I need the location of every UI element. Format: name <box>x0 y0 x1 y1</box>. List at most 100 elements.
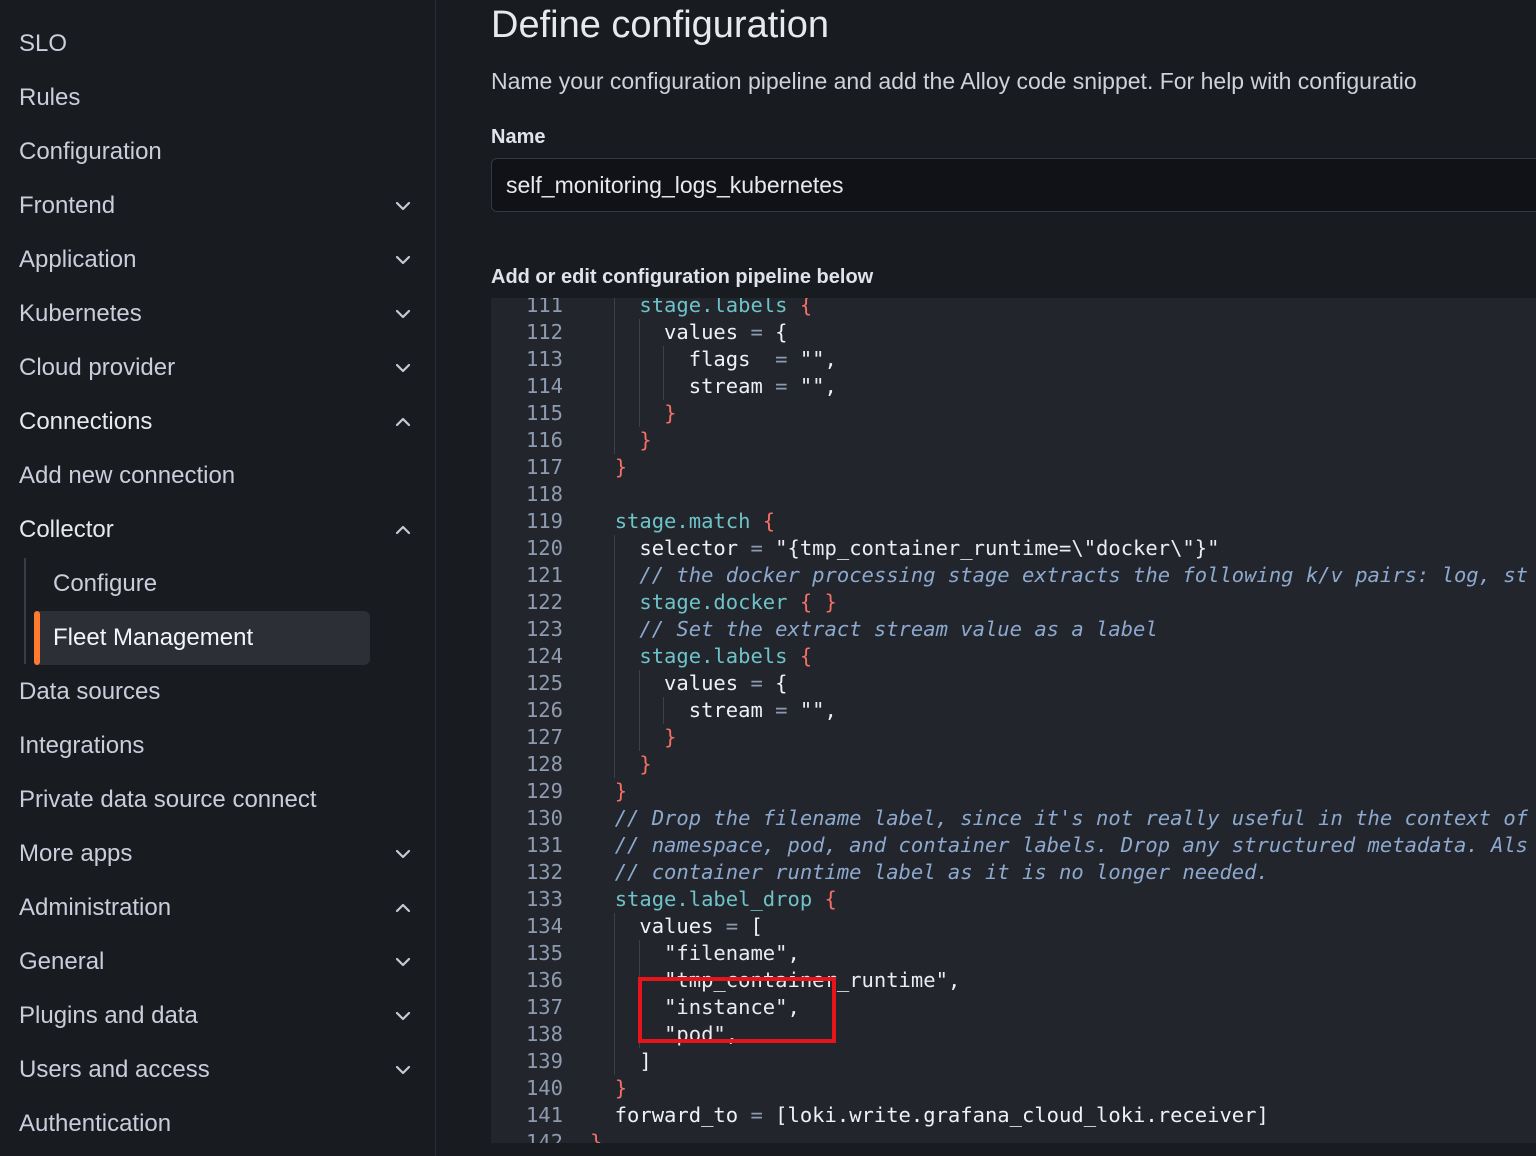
code-line: 132 // container runtime label as it is … <box>491 859 1536 886</box>
code-text: forward_to = [loki.write.grafana_cloud_l… <box>590 1103 1269 1127</box>
code-text: // the docker processing stage extracts … <box>639 563 1529 587</box>
chevron-down-icon[interactable] <box>394 1062 412 1078</box>
sidebar-item-label: Integrations <box>19 732 145 759</box>
sidebar-item-rules[interactable]: Rules <box>0 78 436 118</box>
code-text: // Drop the filename label, since it's n… <box>614 806 1528 830</box>
code-text: values = { <box>590 671 788 695</box>
sidebar-item-fleet-management[interactable]: Fleet Management <box>0 618 436 658</box>
name-input[interactable] <box>491 158 1536 212</box>
line-number: 117 <box>525 455 563 479</box>
line-number: 132 <box>525 860 563 884</box>
sidebar-item-label: Configure <box>53 570 158 597</box>
code-text: } <box>614 779 628 803</box>
code-text: } <box>614 1076 628 1100</box>
chevron-up-icon[interactable] <box>394 900 412 916</box>
sidebar-item-label: General <box>19 948 105 975</box>
chevron-down-icon[interactable] <box>394 1008 412 1024</box>
code-text: stream = "", <box>590 374 837 398</box>
code-text: } <box>614 455 628 479</box>
line-number: 129 <box>525 779 563 803</box>
sidebar-item-label: Administration <box>19 894 172 921</box>
sidebar-item-label: Application <box>19 246 137 273</box>
line-number: 122 <box>525 590 563 614</box>
sidebar-item-data-sources[interactable]: Data sources <box>0 672 436 712</box>
line-number: 126 <box>525 698 563 722</box>
code-text: // Set the extract stream value as a lab… <box>639 617 1158 641</box>
line-number: 124 <box>525 644 563 668</box>
code-line: 111 stage.labels { <box>491 298 1536 319</box>
sidebar-item-cloud-provider[interactable]: Cloud provider <box>0 348 436 388</box>
code-line: 130 // Drop the filename label, since it… <box>491 805 1536 832</box>
code-text: "filename", <box>664 941 800 965</box>
chevron-down-icon[interactable] <box>394 252 412 268</box>
chevron-down-icon[interactable] <box>394 306 412 322</box>
sidebar-item-plugins-and-data[interactable]: Plugins and data <box>0 996 436 1036</box>
annotation-highlight-box <box>638 977 836 1043</box>
chevron-up-icon[interactable] <box>394 522 412 538</box>
sidebar-item-collector[interactable]: Collector <box>0 510 436 550</box>
line-number: 128 <box>525 752 563 776</box>
line-number: 125 <box>525 671 563 695</box>
chevron-down-icon[interactable] <box>394 198 412 214</box>
sidebar-item-slo[interactable]: SLO <box>0 24 436 64</box>
sidebar-item-kubernetes[interactable]: Kubernetes <box>0 294 436 334</box>
line-number: 141 <box>525 1103 563 1127</box>
code-line: 114 stream = "", <box>491 373 1536 400</box>
sidebar-item-add-new-connection[interactable]: Add new connection <box>0 456 436 496</box>
chevron-down-icon[interactable] <box>394 954 412 970</box>
code-line: 119 stage.match { <box>491 508 1536 535</box>
sidebar-item-authentication[interactable]: Authentication <box>0 1104 436 1144</box>
sidebar-item-label: Cloud provider <box>19 354 176 381</box>
sidebar-item-configuration[interactable]: Configuration <box>0 132 436 172</box>
sidebar-item-label: Configuration <box>19 138 162 165</box>
code-text: flags = "", <box>590 347 837 371</box>
code-line: 127 } <box>491 724 1536 751</box>
code-line: 140 } <box>491 1075 1536 1102</box>
code-line: 125 values = { <box>491 670 1536 697</box>
line-number: 113 <box>525 347 563 371</box>
sidebar-item-more-apps[interactable]: More apps <box>0 834 436 874</box>
line-number: 140 <box>525 1076 563 1100</box>
code-line: 135 "filename", <box>491 940 1536 967</box>
chevron-down-icon[interactable] <box>394 360 412 376</box>
line-number: 130 <box>525 806 563 830</box>
sidebar-item-general[interactable]: General <box>0 942 436 982</box>
line-number: 121 <box>525 563 563 587</box>
sidebar-item-label: Connections <box>19 408 153 435</box>
chevron-down-icon[interactable] <box>394 846 412 862</box>
sidebar-item-connections[interactable]: Connections <box>0 402 436 442</box>
line-number: 136 <box>525 968 563 992</box>
code-line: 121 // the docker processing stage extra… <box>491 562 1536 589</box>
code-text: stage.labels { <box>639 644 813 668</box>
sidebar-item-label: Kubernetes <box>19 300 142 327</box>
code-text: } <box>664 401 677 425</box>
code-line: 118 <box>491 481 1536 508</box>
code-text: selector = "{tmp_container_runtime=\"doc… <box>590 536 1220 560</box>
sidebar-item-label: Authentication <box>19 1110 172 1137</box>
line-number: 115 <box>525 401 563 425</box>
sidebar-item-frontend[interactable]: Frontend <box>0 186 436 226</box>
chevron-up-icon[interactable] <box>394 414 412 430</box>
main-content: Define configuration Name your configura… <box>437 0 1536 1156</box>
sidebar-item-label: Private data source connect <box>19 786 317 813</box>
code-text: } <box>664 725 677 749</box>
line-number: 138 <box>525 1022 563 1046</box>
sidebar-item-label: More apps <box>19 840 133 867</box>
code-line: 115 } <box>491 400 1536 427</box>
line-number: 131 <box>525 833 563 857</box>
line-number: 134 <box>525 914 563 938</box>
sidebar-item-label: Frontend <box>19 192 116 219</box>
sidebar-item-label: Rules <box>19 84 81 111</box>
sidebar-item-application[interactable]: Application <box>0 240 436 280</box>
line-number: 135 <box>525 941 563 965</box>
sidebar-item-integrations[interactable]: Integrations <box>0 726 436 766</box>
sidebar-item-administration[interactable]: Administration <box>0 888 436 928</box>
sidebar-item-private-data-source-connect[interactable]: Private data source connect <box>0 780 436 820</box>
code-text: } <box>639 752 652 776</box>
sidebar-item-users-and-access[interactable]: Users and access <box>0 1050 436 1090</box>
line-number: 119 <box>525 509 563 533</box>
sidebar-item-configure[interactable]: Configure <box>0 564 436 604</box>
code-text: ] <box>590 1049 652 1073</box>
line-number: 114 <box>525 374 563 398</box>
sidebar-item-label: Plugins and data <box>19 1002 198 1029</box>
